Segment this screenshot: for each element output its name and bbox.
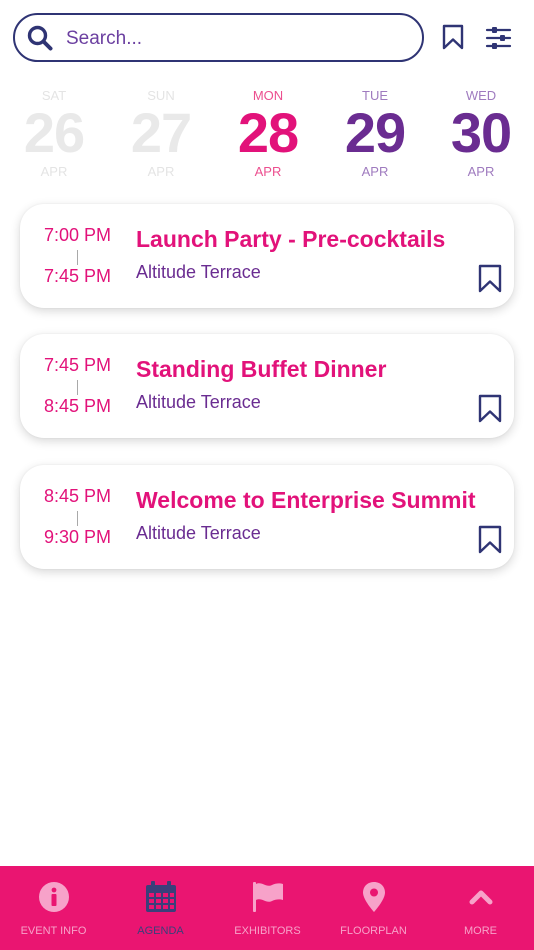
nav-item-event-info[interactable]: EVENT INFO: [0, 866, 107, 950]
nav-label: EVENT INFO: [20, 925, 87, 937]
date-sat-26[interactable]: SAT 26 APR: [9, 88, 99, 179]
filter-sliders-icon[interactable]: [485, 26, 512, 50]
flag-icon: [252, 882, 283, 912]
bookmark-icon[interactable]: [441, 24, 465, 50]
day-number: 29: [344, 101, 406, 164]
day-number: 30: [450, 101, 512, 164]
chevron-up-icon: [469, 890, 492, 905]
month-label: APR: [467, 164, 495, 179]
day-number: 28: [237, 101, 299, 164]
session-card[interactable]: 7:00 PM 7:45 PM Launch Party - Pre-cockt…: [20, 204, 514, 308]
nav-item-more[interactable]: MORE: [427, 866, 534, 950]
session-card[interactable]: 7:45 PM 8:45 PM Standing Buffet Dinner A…: [20, 334, 514, 438]
session-venue: Altitude Terrace: [136, 523, 261, 543]
date-sun-27[interactable]: SUN 27 APR: [116, 88, 206, 179]
day-number: 27: [130, 101, 192, 164]
calendar-icon: [145, 881, 176, 912]
session-venue: Altitude Terrace: [136, 262, 261, 282]
session-card[interactable]: 8:45 PM 9:30 PM Welcome to Enterprise Su…: [20, 465, 514, 569]
month-label: APR: [254, 164, 282, 179]
time-separator: [77, 511, 78, 526]
map-pin-icon: [362, 882, 385, 912]
session-venue: Altitude Terrace: [136, 392, 261, 412]
bottom-nav: EVENT INFO AGENDA EXHIBITORS FLOORPLAN M…: [0, 866, 534, 950]
session-title: Launch Party - Pre-cocktails: [136, 226, 446, 252]
day-number: 26: [23, 101, 85, 164]
info-icon: [38, 882, 69, 912]
date-mon-28[interactable]: MON 28 APR: [223, 88, 313, 179]
search-input[interactable]: Search...: [66, 28, 142, 50]
date-tue-29[interactable]: TUE 29 APR: [330, 88, 420, 179]
month-label: APR: [361, 164, 389, 179]
search-icon: [27, 25, 53, 51]
session-start-time: 7:00 PM: [43, 225, 112, 245]
session-end-time: 9:30 PM: [43, 527, 112, 547]
nav-label: AGENDA: [137, 925, 184, 937]
session-end-time: 8:45 PM: [43, 396, 112, 416]
nav-label: EXHIBITORS: [234, 925, 301, 937]
bookmark-icon[interactable]: [478, 525, 502, 554]
month-label: APR: [147, 164, 175, 179]
time-separator: [77, 250, 78, 265]
bookmark-icon[interactable]: [478, 394, 502, 423]
nav-item-exhibitors[interactable]: EXHIBITORS: [214, 866, 321, 950]
session-title: Welcome to Enterprise Summit: [136, 487, 476, 513]
month-label: APR: [40, 164, 68, 179]
session-end-time: 7:45 PM: [43, 266, 112, 286]
session-start-time: 7:45 PM: [43, 355, 112, 375]
date-wed-30[interactable]: WED 30 APR: [436, 88, 526, 179]
nav-item-agenda[interactable]: AGENDA: [107, 866, 214, 950]
session-start-time: 8:45 PM: [43, 486, 112, 506]
time-separator: [77, 380, 78, 395]
search-bar[interactable]: Search...: [13, 13, 424, 62]
nav-label: FLOORPLAN: [340, 925, 407, 937]
nav-label: MORE: [464, 925, 497, 937]
bookmark-icon[interactable]: [478, 264, 502, 293]
nav-item-floorplan[interactable]: FLOORPLAN: [320, 866, 427, 950]
session-title: Standing Buffet Dinner: [136, 356, 387, 382]
